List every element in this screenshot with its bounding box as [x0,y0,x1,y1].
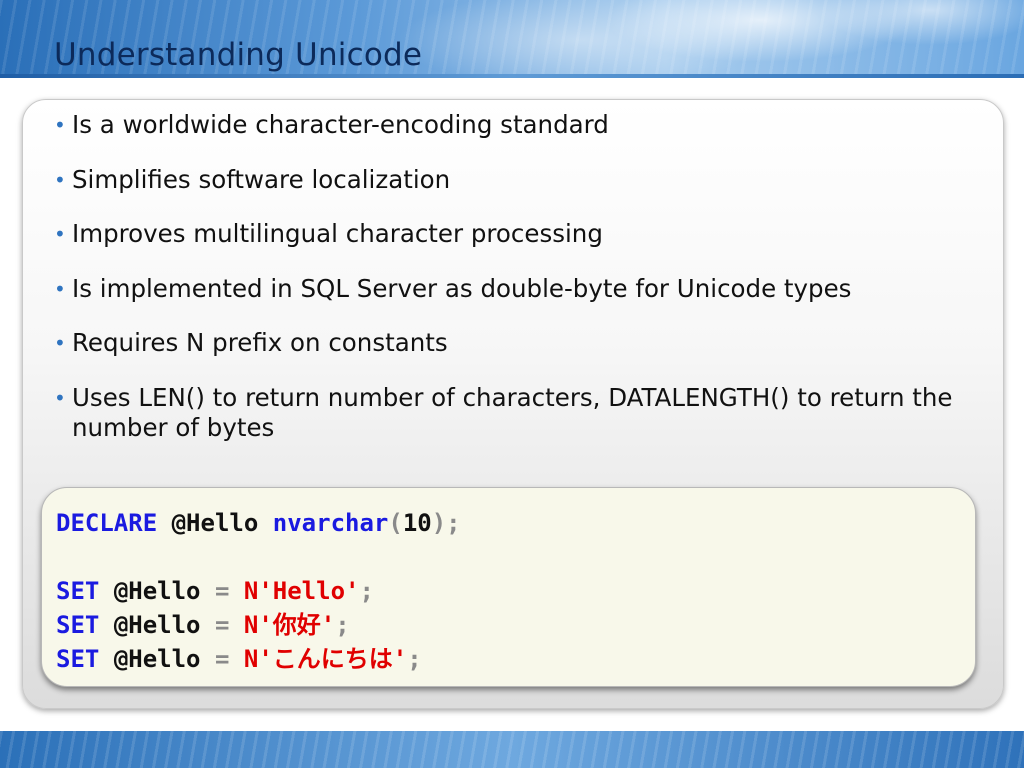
slide-title: Understanding Unicode [54,37,423,73]
code-operator: = [214,645,230,673]
code-keyword: SET [56,645,100,673]
bullet-item: • Requires N prefix on constants [54,328,1000,358]
code-paren: ( [388,509,403,537]
code-terminator: ; [359,577,374,605]
code-line-set: SET @Hello = N'こんにちは'; [56,642,975,676]
code-terminator: ; [407,645,422,673]
bullet-item: • Improves multilingual character process… [54,219,1000,249]
bullet-text: Requires N prefix on constants [72,328,448,357]
code-operator: = [214,611,230,639]
code-keyword: SET [56,611,100,639]
code-keyword: DECLARE [56,509,158,537]
bullet-dot-icon: • [54,167,66,192]
code-type: nvarchar [272,509,389,537]
bullet-dot-icon: • [54,385,66,410]
code-sample-panel: DECLARE @Hello nvarchar(10); SET @Hello … [41,487,976,687]
code-variable: @Hello [113,611,201,639]
bullet-text: Simplifies software localization [72,164,451,194]
code-paren: ); [431,509,461,537]
code-string: N'Hello' [243,577,360,605]
code-variable: @Hello [171,509,259,537]
footer-band [0,731,1024,768]
bullet-item: • Uses LEN() to return number of characte… [54,383,1000,443]
code-line-set: SET @Hello = N'Hello'; [56,574,975,608]
bullet-list: • Is a worldwide character-encoding stand… [54,110,1000,467]
bullet-item: • Is implemented in SQL Server as double-… [54,274,1000,304]
bullet-dot-icon: • [54,276,66,301]
code-variable: @Hello [113,645,201,673]
code-line-declare: DECLARE @Hello nvarchar(10); [56,506,975,540]
code-number: 10 [402,509,432,537]
bullet-text: Is a worldwide character-encoding standa… [72,110,609,139]
code-string: N'こんにちは' [243,645,408,673]
bullet-dot-icon: • [54,331,66,355]
bullet-text: Uses LEN() to return number of character… [72,382,953,442]
code-terminator: ; [335,611,350,639]
bullet-dot-icon: • [54,222,66,246]
bullet-item: • Simplifies software localization [54,165,1000,195]
code-keyword: SET [56,577,100,605]
bullet-item: • Is a worldwide character-encoding stand… [54,110,1000,140]
bullet-dot-icon: • [54,113,66,137]
code-variable: @Hello [113,577,201,605]
bullet-text: Improves multilingual character processi… [72,219,603,248]
bullet-text: Is implemented in SQL Server as double-b… [72,273,852,303]
code-operator: = [214,577,230,605]
code-line-set: SET @Hello = N'你好'; [56,608,975,642]
code-string: N'你好' [243,611,336,639]
